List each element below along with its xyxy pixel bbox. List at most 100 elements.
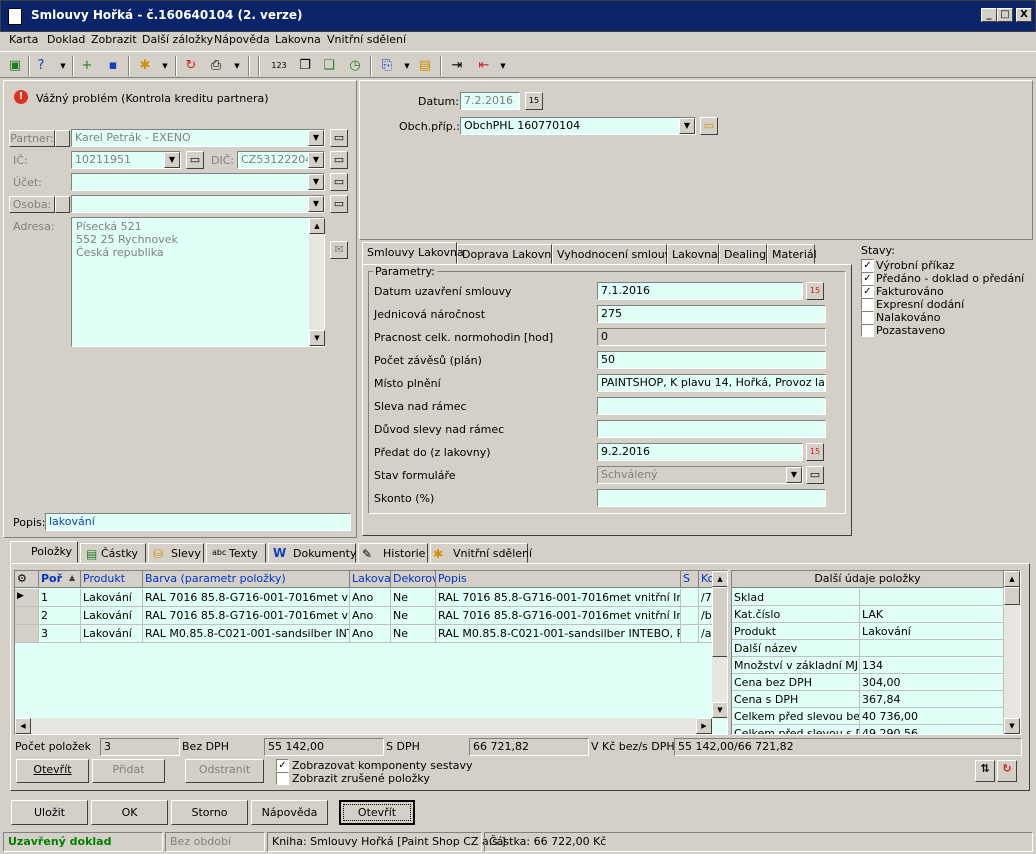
scroll-right-icon[interactable]: ▶ [696, 718, 712, 734]
scroll-down-icon[interactable]: ▼ [309, 330, 325, 346]
tab-smlouvy-lakovna[interactable]: Smlouvy Lakovna [362, 242, 464, 264]
popis-field[interactable]: lakování [45, 513, 351, 531]
adresa-field[interactable]: Písecká 521 552 25 Rychnovek Česká repub… [71, 217, 325, 347]
grid-hscrollbar[interactable] [15, 718, 712, 734]
column-header[interactable]: Barva (parametr položky) [143, 571, 350, 588]
stav-checkbox[interactable]: ✓ [861, 285, 874, 298]
table-cell[interactable]: /a [699, 625, 713, 643]
datum-field[interactable]: 7.2.2016 [460, 92, 520, 110]
chevron-down-icon[interactable]: ▼ [156, 57, 174, 75]
table-cell[interactable]: Ne [391, 589, 436, 607]
ucet-field[interactable] [71, 173, 325, 191]
table-cell[interactable]: Lakování [81, 589, 143, 607]
calendar-icon[interactable]: 15 [525, 92, 543, 110]
stav-checkbox[interactable]: ✓ [861, 259, 874, 272]
folder-icon[interactable]: ▭ [186, 151, 204, 169]
tab-polozky[interactable]: Položky [10, 541, 78, 563]
menu-vnitrni-sdeleni[interactable]: Vnitřní sdělení [327, 33, 406, 46]
add-copy-icon[interactable]: ❏ [320, 57, 338, 75]
chevron-down-icon[interactable]: ▼ [679, 118, 695, 134]
chevron-down-icon[interactable]: ▼ [228, 57, 246, 75]
grid-settings-icon[interactable]: ⚙ [15, 571, 39, 588]
table-cell[interactable]: RAL 7016 85.8-G716-001-7016met vnitřní I… [436, 589, 681, 607]
table-cell[interactable]: RAL 7016 85.8-G716-001-7016met vnitřní [143, 589, 350, 607]
param-field[interactable] [597, 420, 826, 438]
table-cell[interactable] [681, 589, 699, 607]
tab-vnitrni-sdeleni[interactable]: Vnitřní sdělení [430, 543, 532, 563]
table-cell[interactable]: RAL M0.85.8-C021-001-sandsilber INTEBO, … [436, 625, 681, 643]
save-icon[interactable]: ▪ [104, 57, 122, 75]
details-value[interactable]: LAK [860, 606, 1004, 623]
export-icon[interactable]: ⇤ [475, 57, 493, 75]
stav-checkbox[interactable]: ✓ [861, 272, 874, 285]
table-cell[interactable]: Ne [391, 625, 436, 643]
chevron-down-icon[interactable]: ▼ [308, 196, 324, 212]
param-field[interactable] [597, 489, 826, 507]
table-cell[interactable] [681, 607, 699, 625]
scroll-down-icon[interactable]: ▼ [712, 702, 727, 718]
help-button[interactable]: Nápověda [251, 800, 328, 825]
param-field[interactable]: 275 [597, 305, 826, 323]
menu-doklad[interactable]: Doklad [47, 33, 85, 46]
chevron-down-icon[interactable]: ▼ [164, 152, 180, 168]
scroll-thumb[interactable] [712, 587, 727, 657]
sort-arrows-icon[interactable]: ⇅ [975, 760, 995, 782]
add-item-button[interactable]: Přidat [92, 759, 165, 783]
stav-checkbox[interactable] [861, 324, 874, 337]
tab-lakovna[interactable]: Lakovna [667, 244, 719, 264]
folders-icon[interactable]: ▤ [416, 57, 434, 75]
table-cell[interactable]: /7 [699, 589, 713, 607]
table-cell[interactable]: /b [699, 607, 713, 625]
exit-icon[interactable]: ▣ [6, 57, 24, 75]
details-value[interactable] [860, 589, 1004, 606]
menu-karta[interactable]: Karta [9, 33, 38, 46]
option-checkbox[interactable] [276, 772, 289, 785]
folder-icon[interactable]: ▭ [700, 117, 718, 135]
menu-dalsi-zalozky[interactable]: Další záložky [142, 33, 213, 46]
stav-checkbox[interactable] [861, 311, 874, 324]
maximize-button[interactable]: □ [997, 8, 1013, 22]
scroll-down-icon[interactable]: ▼ [1004, 718, 1020, 734]
calendar-icon[interactable]: 15 [806, 282, 824, 300]
open-item-button[interactable]: Otevřít [16, 759, 89, 783]
partner-field[interactable]: Karel Petrák - EXENO [71, 129, 325, 147]
folder-icon[interactable]: ▭ [330, 129, 348, 147]
folder-icon[interactable]: ▭ [330, 151, 348, 169]
table-cell[interactable]: 2 [39, 607, 81, 625]
cancel-button[interactable]: Storno [171, 800, 248, 825]
mail-icon[interactable]: ✉ [330, 241, 348, 259]
refresh-icon[interactable]: ↻ [997, 760, 1017, 782]
folder-icon[interactable]: ▭ [330, 173, 348, 191]
column-header[interactable]: Dekorov [391, 571, 436, 588]
menu-lakovna[interactable]: Lakovna [275, 33, 321, 46]
refresh-icon[interactable]: ↻ [182, 57, 200, 75]
remove-item-button[interactable]: Odstranit [185, 759, 264, 783]
partner-button[interactable]: Partner: [9, 130, 55, 147]
tab-doprava-lakovna[interactable]: Doprava Lakovna [457, 244, 558, 264]
column-header[interactable]: Lakovat [350, 571, 391, 588]
details-value[interactable] [860, 640, 1004, 657]
table-cell[interactable]: Ne [391, 607, 436, 625]
param-field[interactable]: 9.2.2016 [597, 443, 803, 461]
adresa-scrollbar[interactable] [309, 218, 324, 346]
folder-icon[interactable]: ▭ [806, 466, 824, 484]
scroll-up-icon[interactable]: ▲ [309, 218, 325, 234]
row-selector[interactable] [15, 625, 39, 643]
help-icon[interactable]: ? [32, 57, 50, 75]
table-cell[interactable]: RAL 7016 85.8-G716-001-7016met vnitřní [143, 607, 350, 625]
star-icon[interactable]: ✱ [136, 57, 154, 75]
table-cell[interactable]: Ano [350, 589, 391, 607]
menu-napoveda[interactable]: Nápověda [214, 33, 270, 46]
tab-material[interactable]: Materiál [767, 244, 817, 264]
save-button[interactable]: Uložit [11, 800, 88, 825]
scroll-thumb[interactable] [1004, 587, 1020, 605]
param-field[interactable]: 50 [597, 351, 826, 369]
chevron-down-icon[interactable]: ▼ [308, 152, 324, 168]
osoba-extra-button[interactable] [55, 196, 70, 213]
calendar-icon[interactable]: 15 [806, 443, 824, 461]
table-cell[interactable]: Lakování [81, 625, 143, 643]
column-header[interactable]: S [681, 571, 699, 588]
ok-button[interactable]: OK [91, 800, 168, 825]
scroll-up-icon[interactable]: ▲ [1004, 571, 1020, 587]
chevron-down-icon[interactable]: ▼ [308, 130, 324, 146]
